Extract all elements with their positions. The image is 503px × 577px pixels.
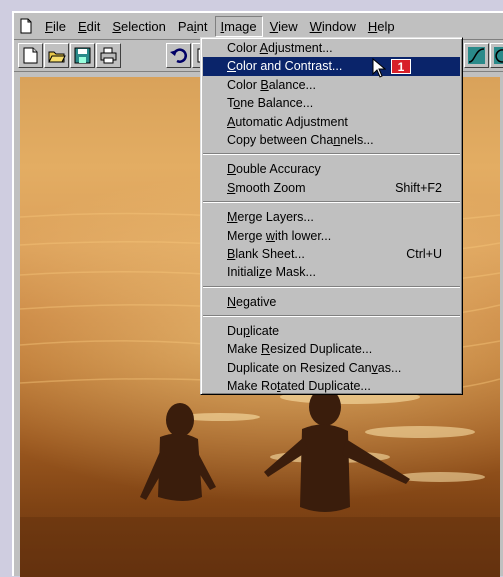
menu-view[interactable]: View bbox=[265, 17, 303, 36]
menu-item-blank-sheet[interactable]: Blank Sheet... Ctrl+U bbox=[201, 245, 462, 263]
menu-item-copy-between-channels[interactable]: Copy between Channels... bbox=[201, 131, 462, 149]
menu-item-color-and-contrast[interactable]: Color and Contrast... 1 bbox=[203, 57, 460, 79]
shortcut-label: Shift+F2 bbox=[395, 180, 442, 195]
menu-separator bbox=[203, 201, 460, 204]
menu-file[interactable]: File bbox=[40, 17, 71, 36]
save-button[interactable] bbox=[70, 43, 95, 68]
menu-item-merge-with-lower[interactable]: Merge with lower... bbox=[201, 227, 462, 245]
menu-item-tone-balance[interactable]: Tone Balance... bbox=[201, 94, 462, 112]
menu-item-negative[interactable]: Negative bbox=[201, 293, 462, 311]
menu-window[interactable]: Window bbox=[305, 17, 361, 36]
open-button[interactable] bbox=[44, 43, 69, 68]
menu-item-double-accuracy[interactable]: Double Accuracy bbox=[201, 160, 462, 178]
step-badge: 1 bbox=[391, 59, 411, 75]
curve-icon bbox=[468, 47, 485, 64]
menu-image[interactable]: Image bbox=[214, 15, 263, 37]
menu-item-smooth-zoom[interactable]: Smooth Zoom Shift+F2 bbox=[201, 179, 462, 197]
menu-help[interactable]: Help bbox=[363, 17, 400, 36]
menu-selection[interactable]: Selection bbox=[107, 17, 170, 36]
menu-separator bbox=[203, 315, 460, 318]
menu-item-merge-layers[interactable]: Merge Layers... bbox=[201, 208, 462, 226]
undo-icon bbox=[170, 48, 187, 63]
menu-item-make-rotated-duplicate[interactable]: Make Rotated Duplicate... bbox=[201, 377, 462, 395]
undo-button[interactable] bbox=[166, 43, 191, 68]
new-button[interactable] bbox=[18, 43, 43, 68]
image-menu-dropdown: Color Adjustment... Color and Contrast..… bbox=[200, 37, 463, 395]
menu-item-duplicate[interactable]: Duplicate bbox=[201, 322, 462, 340]
menu-item-initialize-mask[interactable]: Initialize Mask... bbox=[201, 263, 462, 281]
menu-item-duplicate-on-resized-canvas[interactable]: Duplicate on Resized Canvas... bbox=[201, 359, 462, 377]
menu-item-color-balance[interactable]: Color Balance... bbox=[201, 76, 462, 94]
shortcut-label: Ctrl+U bbox=[406, 246, 442, 261]
rotate-button[interactable] bbox=[490, 43, 503, 68]
print-icon bbox=[100, 47, 117, 64]
menu-paint[interactable]: Paint bbox=[173, 17, 213, 36]
new-icon bbox=[23, 47, 38, 64]
menu-separator bbox=[203, 153, 460, 156]
menu-edit[interactable]: Edit bbox=[73, 17, 105, 36]
save-icon bbox=[74, 47, 91, 64]
menu-separator bbox=[203, 285, 460, 288]
menu-item-make-resized-duplicate[interactable]: Make Resized Duplicate... bbox=[201, 340, 462, 358]
document-icon[interactable] bbox=[18, 18, 34, 34]
open-icon bbox=[48, 51, 66, 63]
silhouette-right-girl bbox=[264, 388, 410, 512]
menu-bar: File Edit Selection Paint Image View Win… bbox=[14, 13, 503, 39]
menu-item-color-adjustment[interactable]: Color Adjustment... bbox=[201, 39, 462, 57]
menu-item-automatic-adjustment[interactable]: Automatic Adjustment bbox=[201, 113, 462, 131]
curve-button[interactable] bbox=[464, 43, 489, 68]
rotate-icon bbox=[494, 47, 503, 64]
print-button[interactable] bbox=[96, 43, 121, 68]
